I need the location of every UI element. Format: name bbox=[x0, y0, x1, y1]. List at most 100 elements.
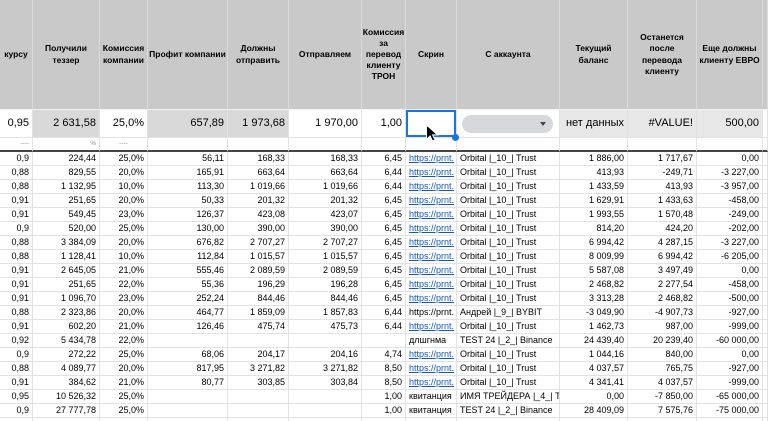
unit-cell-must_send[interactable] bbox=[228, 138, 289, 152]
cell-profit[interactable]: 126,46 bbox=[148, 320, 228, 334]
cell-must_send[interactable]: 844,46 bbox=[228, 292, 289, 306]
cell-profit[interactable]: 165,91 bbox=[148, 166, 228, 180]
screenshot-link[interactable]: https://prnt. bbox=[409, 265, 454, 275]
cell-balance[interactable]: 5 587,08 bbox=[560, 264, 628, 278]
cell-commission[interactable]: 25,0% bbox=[100, 348, 148, 362]
cell-received[interactable]: 3 384,09 bbox=[33, 236, 100, 250]
column-header-tron_fee[interactable]: Комиссия за перевод клиенту ТРОН bbox=[362, 0, 406, 110]
cell-sending[interactable]: 423,07 bbox=[289, 208, 362, 222]
cell-commission[interactable]: 25,0% bbox=[100, 404, 148, 418]
cell-rate[interactable]: 0,9 bbox=[0, 152, 33, 166]
cell-tron_fee[interactable]: 8,50 bbox=[362, 362, 406, 376]
cell-owed_eur[interactable]: 0,00 bbox=[697, 348, 763, 362]
column-header-owed_eur[interactable]: Еще должны клиенту ЕВРО bbox=[697, 0, 763, 110]
screenshot-link[interactable]: https://prnt. bbox=[409, 251, 454, 261]
screenshot-link[interactable]: https://prnt. bbox=[409, 279, 454, 289]
cell-balance[interactable]: 6 994,42 bbox=[560, 236, 628, 250]
cell-tron_fee[interactable]: 6,45 bbox=[362, 278, 406, 292]
cell-balance[interactable]: 1 462,73 bbox=[560, 320, 628, 334]
cell-tron_fee[interactable]: 6,44 bbox=[362, 320, 406, 334]
cell-after_transfer[interactable]: 987,00 bbox=[628, 320, 697, 334]
cell-screen[interactable]: https://prnt. bbox=[406, 208, 457, 222]
cell-balance[interactable]: 413,93 bbox=[560, 166, 628, 180]
cell-profit[interactable]: 112,84 bbox=[148, 250, 228, 264]
cell-must_send[interactable]: 475,74 bbox=[228, 320, 289, 334]
cell-owed_eur[interactable]: -927,00 bbox=[697, 306, 763, 320]
cell-rate[interactable]: 0,88 bbox=[0, 362, 33, 376]
cell-rate[interactable]: 0,91 bbox=[0, 208, 33, 222]
cell-commission[interactable]: 21,0% bbox=[100, 320, 148, 334]
cell-account[interactable]: Orbital |_10_| Trust bbox=[457, 278, 560, 292]
cell-screen[interactable]: https://prnt. bbox=[406, 278, 457, 292]
unit-cell-profit[interactable] bbox=[148, 138, 228, 152]
cell-received[interactable]: 1 128,41 bbox=[33, 250, 100, 264]
screenshot-link[interactable]: https://prnt. bbox=[409, 167, 454, 177]
cell-rate[interactable]: 0,88 bbox=[0, 250, 33, 264]
cell-rate[interactable]: 0,9 bbox=[0, 348, 33, 362]
cell-balance[interactable]: -3 049,90 bbox=[560, 306, 628, 320]
cell-balance[interactable]: 3 313,28 bbox=[560, 292, 628, 306]
cell-balance[interactable]: 8 009,99 bbox=[560, 250, 628, 264]
cell-after_transfer[interactable]: 413,93 bbox=[628, 180, 697, 194]
cell-sending[interactable]: 1 857,83 bbox=[289, 306, 362, 320]
cell-tron_fee[interactable]: 1,00 bbox=[362, 390, 406, 404]
cell-balance[interactable]: 1 886,00 bbox=[560, 152, 628, 166]
column-header-account[interactable]: С аккаунта bbox=[457, 0, 560, 110]
cell-tron_fee[interactable]: 6,45 bbox=[362, 292, 406, 306]
cell-balance[interactable]: 1 629,91 bbox=[560, 194, 628, 208]
cell-screen[interactable]: https://prnt. bbox=[406, 236, 457, 250]
cell-sending[interactable]: 196,28 bbox=[289, 278, 362, 292]
cell-must_send[interactable]: 303,85 bbox=[228, 376, 289, 390]
cell-sending[interactable]: 844,46 bbox=[289, 292, 362, 306]
cell-sending[interactable]: 1 015,57 bbox=[289, 250, 362, 264]
cell-screen[interactable]: длшгнма bbox=[406, 334, 457, 348]
screenshot-link[interactable]: https://prnt. bbox=[409, 363, 454, 373]
cell-sending[interactable] bbox=[289, 334, 362, 348]
cell-sending[interactable]: 1 019,66 bbox=[289, 180, 362, 194]
cell-profit[interactable]: 676,82 bbox=[148, 236, 228, 250]
cell-rate[interactable]: 0,91 bbox=[0, 320, 33, 334]
cell-owed_eur[interactable]: -500,00 bbox=[697, 292, 763, 306]
cell-commission[interactable]: 25,0% bbox=[100, 222, 148, 236]
cell-rate[interactable]: 0,9 bbox=[0, 222, 33, 236]
cell-commission[interactable]: 10,0% bbox=[100, 250, 148, 264]
cell-tron_fee[interactable]: 6,45 bbox=[362, 208, 406, 222]
cell-balance[interactable]: 24 439,40 bbox=[560, 334, 628, 348]
column-header-profit[interactable]: Профит компании bbox=[148, 0, 228, 110]
cell-balance[interactable]: 4 341,41 bbox=[560, 376, 628, 390]
cell-profit[interactable]: 252,24 bbox=[148, 292, 228, 306]
cell-tron_fee[interactable]: 6,45 bbox=[362, 250, 406, 264]
cell-after_transfer[interactable]: 6 994,42 bbox=[628, 250, 697, 264]
cell-rate[interactable]: 0,91 bbox=[0, 376, 33, 390]
cell-after_transfer[interactable]: 4 037,57 bbox=[628, 376, 697, 390]
cell-profit[interactable]: 464,77 bbox=[148, 306, 228, 320]
screenshot-link[interactable]: https://prnt. bbox=[409, 349, 454, 359]
unit-cell-rate[interactable]: ---- bbox=[0, 138, 33, 152]
screenshot-link[interactable]: https://prnt. bbox=[409, 209, 454, 219]
cell-after_transfer[interactable]: 840,00 bbox=[628, 348, 697, 362]
cell-rate[interactable]: 0,88 bbox=[0, 236, 33, 250]
cell-profit[interactable] bbox=[148, 390, 228, 404]
cell-rate[interactable]: 0,92 bbox=[0, 334, 33, 348]
cell-owed_eur[interactable]: -60 000,00 bbox=[697, 334, 763, 348]
cell-profit[interactable] bbox=[148, 404, 228, 418]
column-header-must_send[interactable]: Должны отправить bbox=[228, 0, 289, 110]
cell-commission[interactable]: 20,0% bbox=[100, 194, 148, 208]
cell-must_send[interactable]: 663,64 bbox=[228, 166, 289, 180]
summary-cell-sending[interactable]: 1 970,00 bbox=[289, 110, 362, 138]
cell-profit[interactable] bbox=[148, 334, 228, 348]
cell-must_send[interactable]: 2 707,27 bbox=[228, 236, 289, 250]
cell-account[interactable]: Андрей |_9_| BYBIT bbox=[457, 306, 560, 320]
cell-screen[interactable]: квитанция bbox=[406, 404, 457, 418]
cell-owed_eur[interactable]: -999,00 bbox=[697, 376, 763, 390]
screenshot-link[interactable]: https://prnt. bbox=[409, 237, 454, 247]
screenshot-link[interactable]: https://prnt. bbox=[409, 321, 454, 331]
cell-tron_fee[interactable]: 6,45 bbox=[362, 194, 406, 208]
cell-screen[interactable]: https://prnt. bbox=[406, 264, 457, 278]
cell-commission[interactable]: 22,0% bbox=[100, 278, 148, 292]
cell-received[interactable]: 384,62 bbox=[33, 376, 100, 390]
cell-commission[interactable]: 20,0% bbox=[100, 362, 148, 376]
cell-received[interactable]: 602,20 bbox=[33, 320, 100, 334]
account-dropdown[interactable] bbox=[462, 115, 553, 133]
cell-profit[interactable]: 56,11 bbox=[148, 152, 228, 166]
